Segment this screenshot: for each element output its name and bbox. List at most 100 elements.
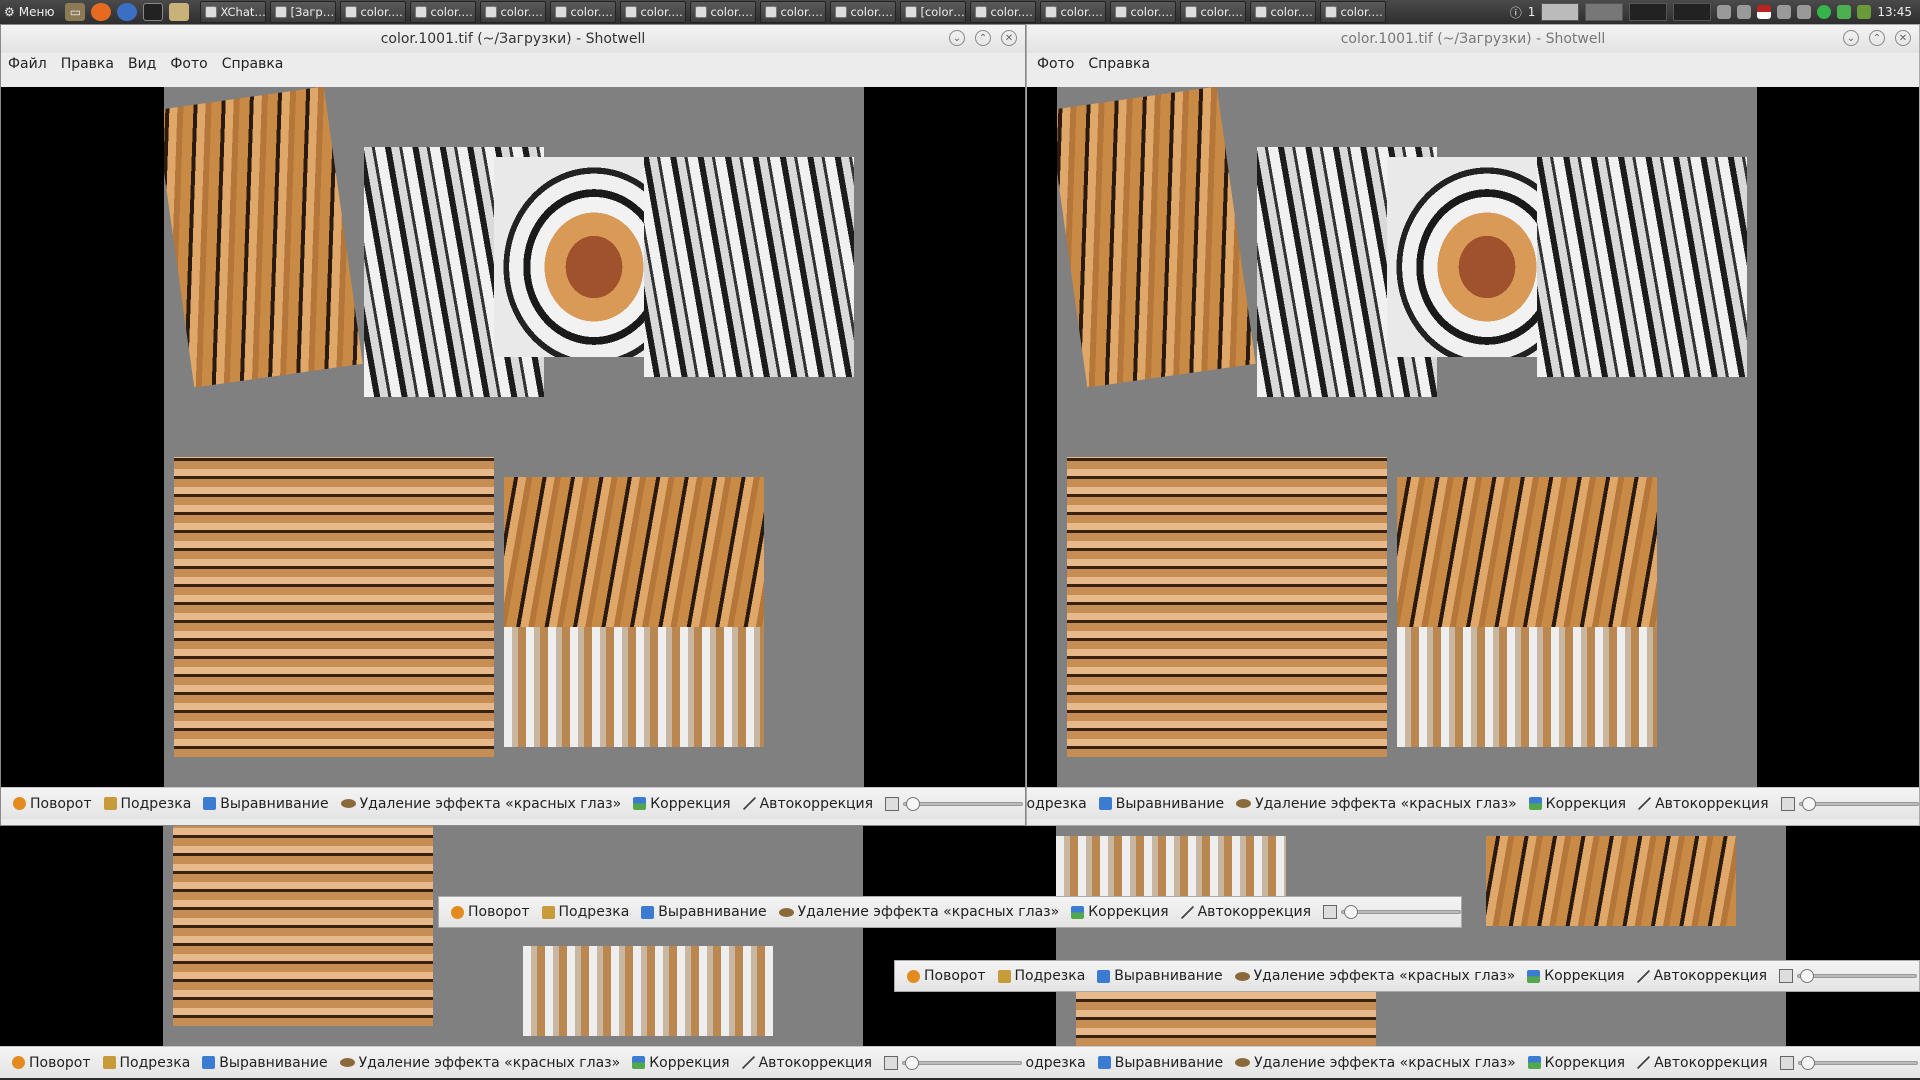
top-panel: ⚙ Меню ▭ XChat… [Загр… color.… color.… color… <box>0 0 1920 24</box>
redeye-button[interactable]: Удаление эффекта «красных глаз» <box>1229 1048 1522 1078</box>
texture-photo-right <box>1057 87 1757 787</box>
menu-item-edit[interactable]: Правка <box>61 56 114 72</box>
adjust-button[interactable]: Коррекция <box>1521 961 1630 991</box>
zoom-slider[interactable] <box>1779 969 1919 983</box>
window-icon <box>415 6 428 18</box>
menu-item-help[interactable]: Справка <box>222 56 284 72</box>
menu-item-photo-right[interactable]: Фото <box>1037 56 1074 72</box>
zoom-slider[interactable] <box>1779 1055 1920 1070</box>
taskbar-button-label: color.… <box>640 5 683 19</box>
taskbar-button[interactable]: color.… <box>690 1 757 23</box>
rotate-button[interactable]: Поворот <box>7 789 98 819</box>
straighten-button[interactable]: Выравнивание <box>635 897 772 927</box>
enhance-button[interactable]: Автокоррекция <box>1632 789 1774 819</box>
straighten-button[interactable]: Выравнивание <box>197 789 334 819</box>
enhance-button[interactable]: Автокоррекция <box>736 1048 878 1078</box>
taskbar-button[interactable]: color.… <box>480 1 547 23</box>
taskbar-button[interactable]: XChat… <box>200 1 267 23</box>
crop-button[interactable]: Подрезка <box>97 1048 197 1078</box>
keyboard-layout-flag-icon[interactable] <box>1757 5 1772 19</box>
adjust-button[interactable]: Коррекция <box>1522 1048 1631 1078</box>
adjust-icon <box>1527 969 1541 983</box>
straighten-button[interactable]: Выравнивание <box>1093 789 1230 819</box>
zoom-slider[interactable] <box>884 1055 1026 1070</box>
adjust-button[interactable]: Коррекция <box>1523 789 1632 819</box>
crop-button[interactable]: Подрезка <box>992 961 1092 991</box>
messenger-icon[interactable] <box>1837 5 1852 19</box>
adjust-icon <box>1528 797 1542 810</box>
redeye-button[interactable]: Удаление эффекта «красных глаз» <box>335 789 628 819</box>
firefox-launcher-icon[interactable] <box>91 3 112 21</box>
taskbar-button[interactable]: color.… <box>830 1 897 23</box>
taskbar-button[interactable]: color.… <box>340 1 407 23</box>
display-icon[interactable] <box>1777 5 1792 19</box>
taskbar-button[interactable]: color.… <box>970 1 1037 23</box>
maximize-icon[interactable]: ⌃ <box>1869 30 1885 46</box>
crop-button[interactable]: Подрезка <box>1026 1048 1092 1078</box>
workspace-3[interactable] <box>1629 3 1668 21</box>
taskbar-button[interactable]: color.… <box>1250 1 1317 23</box>
photo-viewer-left[interactable] <box>1 87 1025 787</box>
minimize-icon[interactable]: ⌄ <box>1843 30 1859 46</box>
menu-item-view[interactable]: Вид <box>128 56 156 72</box>
crop-button[interactable]: Подрезка <box>98 789 198 819</box>
browser-launcher-icon[interactable] <box>117 3 138 21</box>
straighten-button[interactable]: Выравнивание <box>1092 1048 1229 1078</box>
redeye-button[interactable]: Удаление эффекта «красных глаз» <box>1229 961 1522 991</box>
rotate-button[interactable]: Поворот <box>445 897 536 927</box>
workspace-4[interactable] <box>1673 3 1712 21</box>
titlebar-left[interactable]: color.1001.tif (~/Загрузки) - Shotwell ⌄… <box>1 25 1025 53</box>
taskbar-button[interactable]: [color… <box>900 1 967 23</box>
battery-icon[interactable] <box>1857 5 1872 19</box>
info-icon[interactable]: ⓘ <box>1510 4 1522 21</box>
close-icon[interactable]: ✕ <box>1001 30 1017 46</box>
enhance-button[interactable]: Автокоррекция <box>737 789 879 819</box>
rotate-button[interactable]: Поворот <box>6 1048 97 1078</box>
titlebar-right[interactable]: color.1001.tif (~/Загрузки) - Shotwell ⌄… <box>1027 25 1919 53</box>
zoom-slider[interactable] <box>1323 905 1461 919</box>
taskbar-button[interactable]: color.… <box>1110 1 1177 23</box>
network-icon[interactable] <box>1737 5 1752 19</box>
straighten-button[interactable]: Выравнивание <box>1091 961 1228 991</box>
crop-icon <box>541 905 555 919</box>
rotate-button[interactable]: Поворот <box>901 961 992 991</box>
zoom-slider[interactable] <box>1780 796 1919 811</box>
redeye-button[interactable]: Удаление эффекта «красных глаз» <box>1230 789 1523 819</box>
photo-viewer-right[interactable] <box>1027 87 1919 787</box>
zoom-slider[interactable] <box>885 796 1025 811</box>
main-menu-button[interactable]: ⚙ Меню <box>0 0 62 24</box>
taskbar-button[interactable]: color.… <box>620 1 687 23</box>
update-ok-icon[interactable] <box>1817 5 1832 19</box>
file-manager-launcher-icon[interactable]: ▭ <box>65 3 86 21</box>
taskbar-button[interactable]: [Загр… <box>270 1 337 23</box>
taskbar-button[interactable]: color.… <box>1040 1 1107 23</box>
adjust-button[interactable]: Коррекция <box>627 789 736 819</box>
menu-item-photo[interactable]: Фото <box>170 56 207 72</box>
maximize-icon[interactable]: ⌃ <box>975 30 991 46</box>
redeye-button[interactable]: Удаление эффекта «красных глаз» <box>773 897 1066 927</box>
taskbar-button[interactable]: color.… <box>760 1 827 23</box>
close-icon[interactable]: ✕ <box>1895 30 1911 46</box>
workspace-1[interactable] <box>1541 3 1580 21</box>
taskbar-button[interactable]: color.… <box>1320 1 1387 23</box>
adjust-button[interactable]: Коррекция <box>1065 897 1174 927</box>
enhance-button[interactable]: Автокоррекция <box>1175 897 1317 927</box>
workspace-2[interactable] <box>1585 3 1624 21</box>
terminal-launcher-icon[interactable] <box>143 3 164 21</box>
taskbar-button[interactable]: color.… <box>550 1 617 23</box>
menu-item-help-right[interactable]: Справка <box>1088 56 1150 72</box>
crop-button[interactable]: Подрезка <box>536 897 636 927</box>
volume-icon[interactable] <box>1797 5 1812 19</box>
adjust-button[interactable]: Коррекция <box>626 1048 735 1078</box>
taskbar-button[interactable]: color.… <box>410 1 477 23</box>
folder-launcher-icon[interactable] <box>169 3 190 21</box>
minimize-icon[interactable]: ⌄ <box>949 30 965 46</box>
redeye-button[interactable]: Удаление эффекта «красных глаз» <box>334 1048 627 1078</box>
straighten-button[interactable]: Выравнивание <box>196 1048 333 1078</box>
menu-item-file[interactable]: Файл <box>8 56 47 72</box>
user-icon[interactable] <box>1717 5 1732 19</box>
enhance-button[interactable]: Автокоррекция <box>1631 1048 1773 1078</box>
crop-button[interactable]: Подрезка <box>1027 789 1093 819</box>
taskbar-button[interactable]: color.… <box>1180 1 1247 23</box>
enhance-button[interactable]: Автокоррекция <box>1631 961 1773 991</box>
